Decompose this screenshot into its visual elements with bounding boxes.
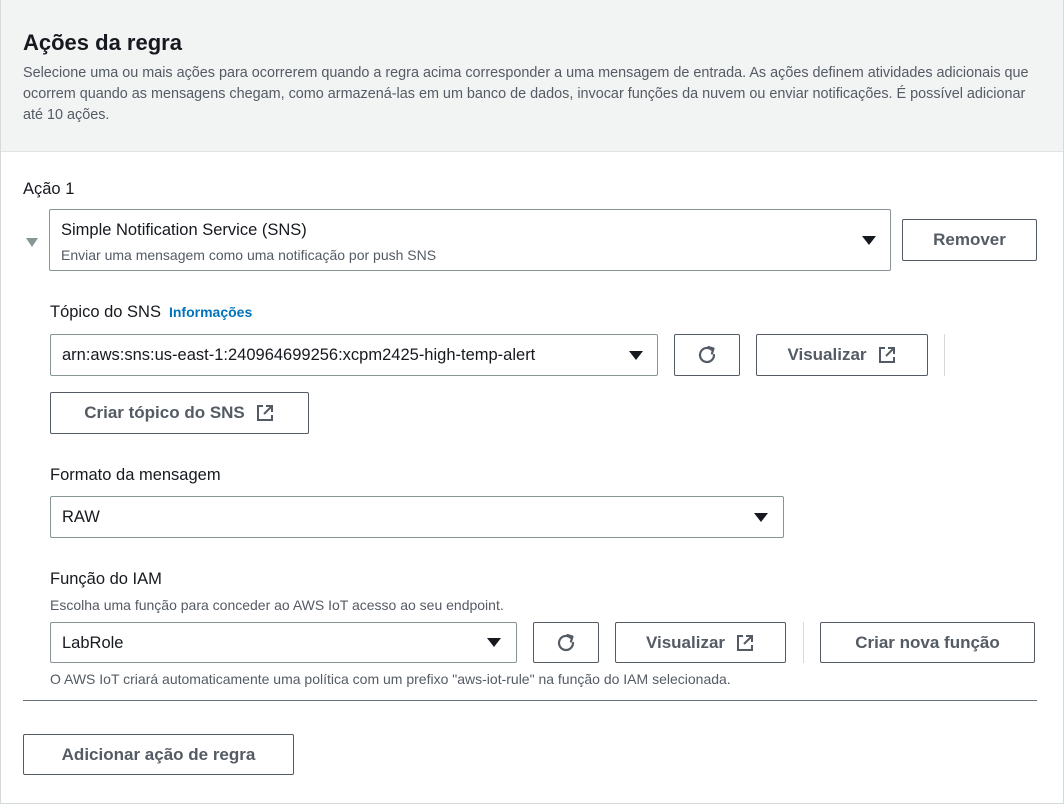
actions-divider [23, 700, 1037, 701]
refresh-icon [696, 344, 718, 366]
add-rule-action-label: Adicionar ação de regra [61, 744, 256, 764]
info-link[interactable]: Informações [169, 304, 252, 320]
create-iam-role-label: Criar nova função [855, 632, 1000, 652]
section-header: Ações da regra Selecione uma ou mais açõ… [1, 0, 1063, 152]
message-format-value: RAW [62, 508, 100, 526]
external-link-icon [735, 633, 755, 653]
dropdown-caret-icon [629, 351, 643, 360]
iam-role-hint: O AWS IoT criará automaticamente uma pol… [50, 671, 731, 687]
view-sns-topic-label: Visualizar [787, 345, 867, 364]
iam-role-label: Função do IAM [50, 570, 162, 588]
refresh-iam-roles-button[interactable] [533, 622, 599, 663]
button-group-divider [803, 622, 804, 663]
message-format-label: Formato da mensagem [50, 466, 221, 484]
sns-topic-label: Tópico do SNS [50, 303, 161, 321]
action-type-value: Simple Notification Service (SNS) [61, 221, 307, 239]
action-type-select[interactable]: Simple Notification Service (SNS) Enviar… [49, 209, 891, 271]
refresh-sns-topics-button[interactable] [674, 334, 740, 376]
message-format-select[interactable]: RAW [50, 496, 784, 538]
iam-role-description: Escolha uma função para conceder ao AWS … [50, 597, 504, 613]
section-description: Selecione uma ou mais ações para ocorrer… [23, 65, 1029, 123]
action-type-description: Enviar uma mensagem como uma notificação… [61, 247, 437, 263]
remove-action-label: Remover [933, 230, 1006, 249]
sns-topic-label-row: Tópico do SNS Informações [50, 303, 252, 322]
expand-action-icon[interactable] [25, 235, 39, 253]
section-title: Ações da regra [23, 30, 182, 55]
external-link-icon [255, 403, 275, 423]
create-sns-topic-button[interactable]: Criar tópico do SNS [50, 392, 309, 434]
sns-topic-value: arn:aws:sns:us-east-1:240964699256:xcpm2… [62, 346, 536, 364]
iam-role-value: LabRole [62, 634, 124, 652]
view-iam-role-label: Visualizar [645, 632, 726, 652]
dropdown-caret-icon [487, 638, 501, 647]
view-sns-topic-button[interactable]: Visualizar [756, 334, 928, 376]
button-group-divider [944, 334, 945, 376]
view-iam-role-button[interactable]: Visualizar [615, 622, 786, 663]
remove-action-button[interactable]: Remover [902, 219, 1037, 261]
create-iam-role-button[interactable]: Criar nova função [820, 622, 1035, 663]
refresh-icon [555, 632, 577, 654]
action-label: Ação 1 [23, 180, 75, 198]
iam-role-select[interactable]: LabRole [50, 622, 517, 663]
dropdown-caret-icon [754, 513, 768, 522]
external-link-icon [877, 345, 897, 365]
rule-actions-panel: Ações da regra Selecione uma ou mais açõ… [0, 0, 1064, 804]
sns-topic-select[interactable]: arn:aws:sns:us-east-1:240964699256:xcpm2… [50, 334, 658, 376]
add-rule-action-button[interactable]: Adicionar ação de regra [23, 734, 294, 775]
dropdown-caret-icon [862, 236, 876, 245]
create-sns-topic-label: Criar tópico do SNS [84, 403, 245, 422]
